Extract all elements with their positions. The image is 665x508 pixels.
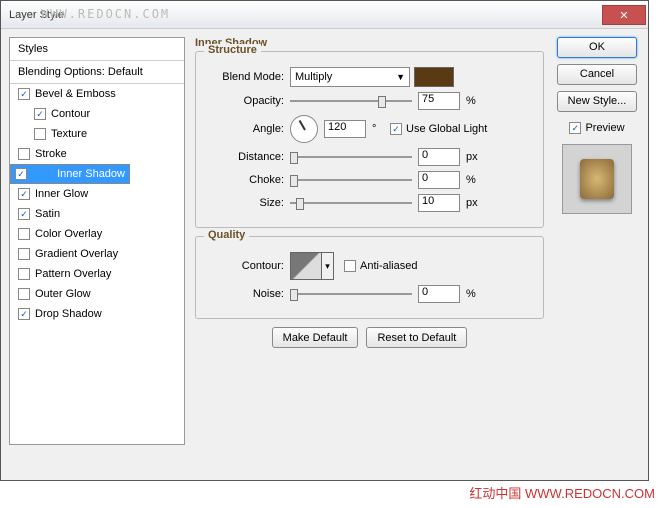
sidebar-item-label: Contour: [51, 108, 90, 120]
watermark-top: WWW.REDOCN.COM: [41, 7, 170, 21]
close-icon: ✕: [619, 10, 628, 22]
sidebar-item-label: Outer Glow: [35, 288, 91, 300]
antialiased-label: Anti-aliased: [360, 260, 417, 272]
styles-sidebar: Styles Blending Options: Default ✓ Bevel …: [9, 37, 185, 445]
choke-input[interactable]: 0: [418, 171, 460, 189]
size-input[interactable]: 10: [418, 194, 460, 212]
contour-picker[interactable]: [290, 252, 322, 280]
sidebar-item-label: Inner Glow: [35, 188, 88, 200]
make-default-button[interactable]: Make Default: [272, 327, 359, 348]
sidebar-item-label: Inner Shadow: [57, 168, 125, 180]
blend-mode-label: Blend Mode:: [206, 71, 290, 83]
layer-style-dialog: Layer Style ✕ WWW.REDOCN.COM Styles Blen…: [0, 0, 649, 481]
checkbox[interactable]: ✓: [18, 188, 30, 200]
blending-options[interactable]: Blending Options: Default: [10, 61, 184, 84]
choke-slider[interactable]: [290, 173, 412, 187]
noise-label: Noise:: [206, 288, 290, 300]
distance-label: Distance:: [206, 151, 290, 163]
sidebar-item-label: Pattern Overlay: [35, 268, 111, 280]
sidebar-item-texture[interactable]: Texture: [10, 124, 184, 144]
angle-input[interactable]: 120: [324, 120, 366, 138]
sidebar-item-label: Drop Shadow: [35, 308, 102, 320]
distance-input[interactable]: 0: [418, 148, 460, 166]
contour-dropdown[interactable]: ▾: [322, 252, 334, 280]
contour-label: Contour:: [206, 260, 290, 272]
footer-watermark: 红动中国 WWW.REDOCN.COM: [469, 483, 655, 502]
sidebar-item-gradient-overlay[interactable]: Gradient Overlay: [10, 244, 184, 264]
preview-thumbnail: [562, 144, 632, 214]
close-button[interactable]: ✕: [602, 5, 646, 25]
preview-checkbox[interactable]: ✓: [569, 122, 581, 134]
preview-label: Preview: [585, 122, 624, 134]
checkbox[interactable]: [18, 268, 30, 280]
choke-label: Choke:: [206, 174, 290, 186]
new-style-button[interactable]: New Style...: [557, 91, 637, 112]
angle-dial[interactable]: [290, 115, 318, 143]
sidebar-item-color-overlay[interactable]: Color Overlay: [10, 224, 184, 244]
sidebar-item-contour[interactable]: ✓ Contour: [10, 104, 184, 124]
checkbox[interactable]: ✓: [15, 168, 27, 180]
ok-button[interactable]: OK: [557, 37, 637, 58]
blend-mode-select[interactable]: Multiply ▼: [290, 67, 410, 87]
distance-slider[interactable]: [290, 150, 412, 164]
checkbox[interactable]: ✓: [18, 88, 30, 100]
settings-panel: Inner Shadow Structure Blend Mode: Multi…: [195, 37, 544, 472]
reset-default-button[interactable]: Reset to Default: [366, 327, 467, 348]
chevron-down-icon: ▼: [396, 72, 405, 82]
sidebar-item-bevel-emboss[interactable]: ✓ Bevel & Emboss: [10, 84, 184, 104]
cancel-button[interactable]: Cancel: [557, 64, 637, 85]
checkbox[interactable]: [18, 248, 30, 260]
color-swatch[interactable]: [414, 67, 454, 87]
sidebar-item-satin[interactable]: ✓ Satin: [10, 204, 184, 224]
checkbox[interactable]: [18, 228, 30, 240]
checkbox[interactable]: [18, 148, 30, 160]
opacity-label: Opacity:: [206, 95, 290, 107]
checkbox[interactable]: ✓: [18, 208, 30, 220]
right-panel: OK Cancel New Style... ✓ Preview: [554, 37, 640, 472]
sidebar-item-inner-glow[interactable]: ✓ Inner Glow: [10, 184, 184, 204]
sidebar-item-outer-glow[interactable]: Outer Glow: [10, 284, 184, 304]
chevron-down-icon: ▾: [325, 261, 330, 272]
sidebar-item-inner-shadow[interactable]: ✓ Inner Shadow: [10, 164, 130, 184]
opacity-slider[interactable]: [290, 94, 412, 108]
size-slider[interactable]: [290, 196, 412, 210]
antialiased-checkbox[interactable]: [344, 260, 356, 272]
global-light-label: Use Global Light: [406, 123, 487, 135]
noise-input[interactable]: 0: [418, 285, 460, 303]
sidebar-item-label: Stroke: [35, 148, 67, 160]
sidebar-item-label: Gradient Overlay: [35, 248, 118, 260]
checkbox[interactable]: ✓: [34, 108, 46, 120]
sidebar-header[interactable]: Styles: [10, 38, 184, 61]
sidebar-item-label: Texture: [51, 128, 87, 140]
checkbox[interactable]: [18, 288, 30, 300]
quality-legend: Quality: [204, 229, 249, 241]
angle-label: Angle:: [206, 123, 290, 135]
structure-legend: Structure: [204, 44, 261, 56]
sidebar-item-pattern-overlay[interactable]: Pattern Overlay: [10, 264, 184, 284]
sidebar-item-label: Color Overlay: [35, 228, 102, 240]
noise-slider[interactable]: [290, 287, 412, 301]
opacity-input[interactable]: 75: [418, 92, 460, 110]
sidebar-item-stroke[interactable]: Stroke: [10, 144, 184, 164]
size-label: Size:: [206, 197, 290, 209]
sidebar-item-label: Bevel & Emboss: [35, 88, 116, 100]
sidebar-item-drop-shadow[interactable]: ✓ Drop Shadow: [10, 304, 184, 324]
sidebar-item-label: Satin: [35, 208, 60, 220]
checkbox[interactable]: [34, 128, 46, 140]
structure-group: Structure Blend Mode: Multiply ▼ Opacity…: [195, 51, 544, 228]
quality-group: Quality Contour: ▾ Anti-aliased Noise: 0…: [195, 236, 544, 319]
checkbox[interactable]: ✓: [18, 308, 30, 320]
global-light-checkbox[interactable]: ✓: [390, 123, 402, 135]
